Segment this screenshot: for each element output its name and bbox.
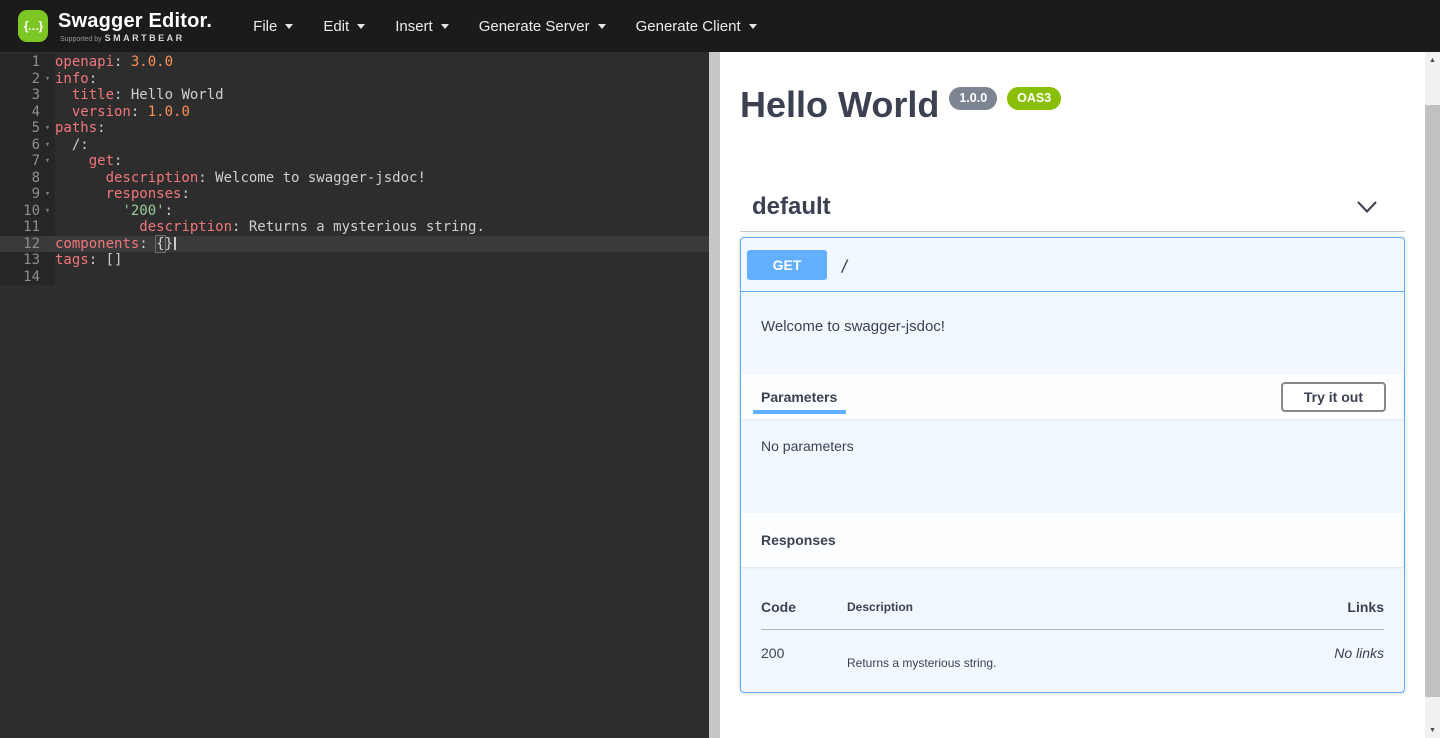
editor-line-9[interactable]: 9▾ responses: xyxy=(0,186,709,203)
response-code: 200 xyxy=(761,630,847,671)
editor-line-6[interactable]: 6▾ /: xyxy=(0,137,709,154)
editor-line-8[interactable]: 8 description: Welcome to swagger-jsdoc! xyxy=(0,170,709,187)
responses-header-code: Code xyxy=(761,587,847,630)
gutter: 5▾ xyxy=(0,120,55,137)
active-tab-underline xyxy=(753,410,846,414)
responses-header: Responses xyxy=(741,513,1404,567)
parameters-tab-label: Parameters xyxy=(761,389,837,405)
scrollbar-thumb[interactable] xyxy=(1425,105,1440,697)
editor-line-4[interactable]: 4 version: 1.0.0 xyxy=(0,104,709,121)
editor-line-13[interactable]: 13tags: [] xyxy=(0,252,709,269)
caret-down-icon xyxy=(598,24,606,29)
caret-down-icon xyxy=(357,24,365,29)
responses-table-wrapper: Code Description Links 200Returns a myst… xyxy=(741,567,1404,692)
gutter: 3 xyxy=(0,87,55,104)
no-parameters-text: No parameters xyxy=(741,419,1404,513)
fold-arrow-icon[interactable]: ▾ xyxy=(40,203,55,220)
response-row: 200Returns a mysterious string.No links xyxy=(761,630,1384,671)
oas3-badge: OAS3 xyxy=(1007,87,1061,110)
fold-arrow-icon[interactable]: ▾ xyxy=(40,153,55,170)
version-badge: 1.0.0 xyxy=(949,87,997,110)
gutter: 11 xyxy=(0,219,55,236)
responses-header-description: Description xyxy=(847,587,1264,630)
swagger-ui-container: Hello World1.0.0OAS3 default GET / Welco… xyxy=(720,52,1425,693)
editor-line-1[interactable]: 1openapi: 3.0.0 xyxy=(0,54,709,71)
editor-line-14[interactable]: 14 xyxy=(0,269,709,286)
editor-pane[interactable]: 1openapi: 3.0.02▾info:3 title: Hello Wor… xyxy=(0,52,709,738)
gutter: 6▾ xyxy=(0,137,55,154)
response-description: Returns a mysterious string. xyxy=(847,630,1264,671)
swagger-logo-icon[interactable]: {…} xyxy=(18,10,48,42)
responses-header-links: Links xyxy=(1264,587,1384,630)
editor-lines: 1openapi: 3.0.02▾info:3 title: Hello Wor… xyxy=(0,52,709,285)
responses-label: Responses xyxy=(761,532,836,548)
gutter: 4 xyxy=(0,104,55,121)
text-cursor xyxy=(174,237,176,250)
chevron-down-icon[interactable] xyxy=(1357,201,1377,213)
response-links: No links xyxy=(1264,630,1384,671)
gutter: 14 xyxy=(0,269,55,286)
operation-description: Welcome to swagger-jsdoc! xyxy=(741,292,1404,374)
fold-arrow-icon[interactable]: ▾ xyxy=(40,186,55,203)
scrollbar-track[interactable]: ▲ ▼ xyxy=(1425,52,1440,738)
editor-line-7[interactable]: 7▾ get: xyxy=(0,153,709,170)
fold-arrow-icon[interactable]: ▾ xyxy=(40,137,55,154)
editor-line-3[interactable]: 3 title: Hello World xyxy=(0,87,709,104)
opblock-get: GET / Welcome to swagger-jsdoc! Paramete… xyxy=(740,237,1405,693)
gutter: 2▾ xyxy=(0,71,55,88)
caret-down-icon xyxy=(285,24,293,29)
fold-arrow-icon[interactable]: ▾ xyxy=(40,120,55,137)
gutter: 13 xyxy=(0,252,55,269)
method-badge: GET xyxy=(747,250,827,280)
gutter: 10▾ xyxy=(0,203,55,220)
menu-bar: FileEditInsertGenerate ServerGenerate Cl… xyxy=(238,0,772,52)
pane-splitter[interactable] xyxy=(709,52,720,738)
tag-section-header[interactable]: default xyxy=(740,192,1405,232)
api-title: Hello World1.0.0OAS3 xyxy=(740,85,1405,125)
preview-pane: Hello World1.0.0OAS3 default GET / Welco… xyxy=(720,52,1425,738)
gutter: 8 xyxy=(0,170,55,187)
gutter: 12 xyxy=(0,236,55,253)
editor-line-5[interactable]: 5▾paths: xyxy=(0,120,709,137)
menu-generate-client[interactable]: Generate Client xyxy=(621,0,772,52)
menu-generate-server[interactable]: Generate Server xyxy=(464,0,621,52)
menu-edit[interactable]: Edit xyxy=(308,0,380,52)
menu-file[interactable]: File xyxy=(238,0,308,52)
brand: Swagger Editor. Supported bySMARTBEAR xyxy=(58,10,212,43)
caret-down-icon xyxy=(749,24,757,29)
scroll-up-button[interactable]: ▲ xyxy=(1425,52,1440,68)
gutter: 9▾ xyxy=(0,186,55,203)
tag-section-name: default xyxy=(752,192,831,221)
editor-line-2[interactable]: 2▾info: xyxy=(0,71,709,88)
responses-table: Code Description Links 200Returns a myst… xyxy=(761,587,1384,670)
editor-line-10[interactable]: 10▾ '200': xyxy=(0,203,709,220)
try-it-out-button[interactable]: Try it out xyxy=(1281,382,1386,412)
editor-line-11[interactable]: 11 description: Returns a mysterious str… xyxy=(0,219,709,236)
menu-insert[interactable]: Insert xyxy=(380,0,464,52)
parameters-header: Parameters Try it out xyxy=(741,374,1404,419)
opblock-summary[interactable]: GET / xyxy=(741,238,1404,292)
smartbear-logo: SMARTBEAR xyxy=(105,33,185,43)
topbar: {…} Swagger Editor. Supported bySMARTBEA… xyxy=(0,0,1440,52)
responses-table-body: 200Returns a mysterious string.No links xyxy=(761,630,1384,671)
editor-line-12[interactable]: 12components: {} xyxy=(0,236,709,253)
operation-path: / xyxy=(840,256,850,275)
scroll-down-button[interactable]: ▼ xyxy=(1425,722,1440,738)
brand-tagline: Supported bySMARTBEAR xyxy=(60,33,212,43)
brand-title: Swagger Editor. xyxy=(58,10,212,32)
caret-down-icon xyxy=(441,24,449,29)
fold-arrow-icon[interactable]: ▾ xyxy=(40,71,55,88)
gutter: 7▾ xyxy=(0,153,55,170)
gutter: 1 xyxy=(0,54,55,71)
